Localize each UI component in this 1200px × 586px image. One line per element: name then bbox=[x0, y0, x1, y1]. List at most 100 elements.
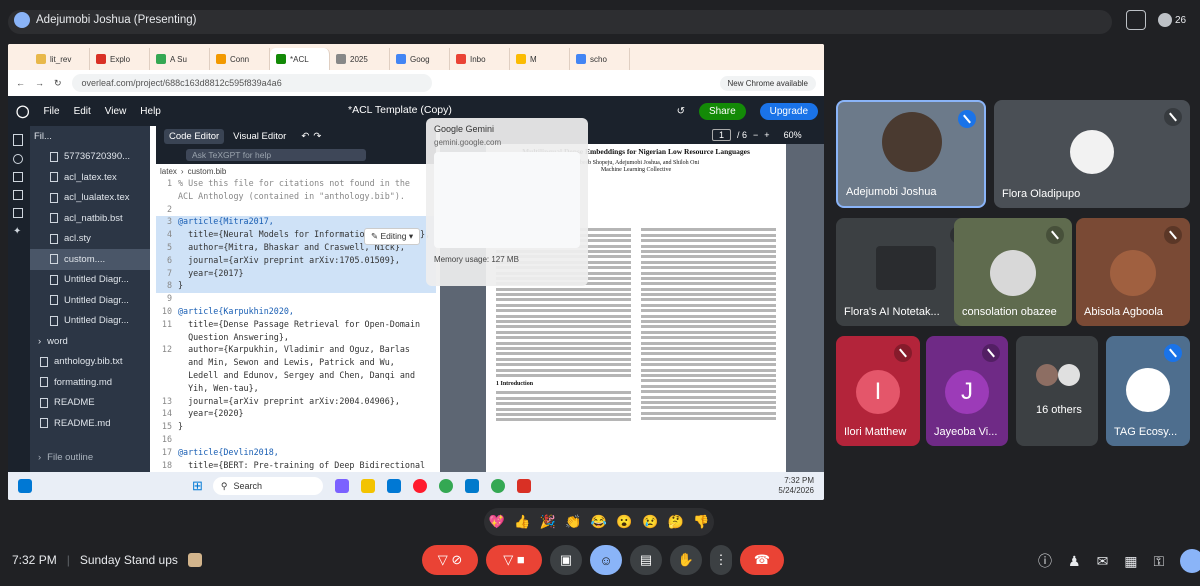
browser-tab[interactable]: Conn bbox=[210, 48, 270, 70]
reaction-clap[interactable]: 👏 bbox=[565, 514, 581, 530]
taskbar-search[interactable]: ⚲ Search bbox=[212, 477, 323, 495]
ask-texgpt-input[interactable]: Ask TeXGPT for help bbox=[186, 149, 366, 161]
redo-icon[interactable]: ↷ bbox=[313, 131, 321, 142]
browser-tab[interactable]: Explo bbox=[90, 48, 150, 70]
file-outline-toggle[interactable]: › File outline bbox=[30, 448, 150, 469]
browser-tab[interactable]: Goog bbox=[390, 48, 450, 70]
file-item[interactable]: acl_natbib.bst bbox=[30, 208, 150, 229]
menu-edit[interactable]: Edit bbox=[74, 106, 91, 117]
integrations-icon[interactable] bbox=[13, 172, 23, 182]
file-item-selected[interactable]: custom.... bbox=[30, 249, 150, 270]
menu-help[interactable]: Help bbox=[140, 106, 161, 117]
reaction-sad[interactable]: 😢 bbox=[642, 514, 658, 530]
menu-view[interactable]: View bbox=[105, 106, 127, 117]
review-icon[interactable] bbox=[13, 190, 23, 200]
code-line[interactable]: 13 journal={arXiv preprint arXiv:2004.04… bbox=[156, 396, 436, 409]
code-line[interactable]: 11 title={Dense Passage Retrieval for Op… bbox=[156, 319, 436, 332]
code-line[interactable]: 18 title={BERT: Pre-training of Deep Bid… bbox=[156, 460, 436, 473]
chrome-icon[interactable] bbox=[490, 479, 505, 493]
file-item[interactable]: README bbox=[30, 393, 150, 414]
code-line[interactable]: 8} bbox=[156, 280, 436, 294]
vscode-icon[interactable] bbox=[464, 479, 479, 493]
chrome-icon[interactable] bbox=[438, 479, 453, 493]
page-number-field[interactable]: 1 bbox=[712, 129, 732, 141]
sparkle-icon[interactable]: ✦ bbox=[13, 226, 23, 237]
activities-icon[interactable]: ▦ bbox=[1124, 553, 1137, 570]
mic-toggle-button[interactable]: ▽ ⊘ bbox=[422, 545, 478, 575]
upgrade-button[interactable]: Upgrade bbox=[759, 102, 818, 120]
participant-tile[interactable]: Abisola Agboola bbox=[1076, 218, 1190, 326]
menu-file[interactable]: File bbox=[43, 106, 59, 117]
people-icon[interactable]: 26 bbox=[1158, 13, 1186, 27]
code-line[interactable]: 10 @article{Karpukhin2020, bbox=[156, 306, 436, 319]
reaction-heart[interactable]: 💖 bbox=[489, 514, 505, 530]
participant-tile[interactable]: I Ilori Matthew bbox=[836, 336, 920, 446]
file-tree-icon[interactable] bbox=[13, 134, 23, 146]
taskbar-clock[interactable]: 7:32 PM 5/24/2026 bbox=[778, 476, 814, 496]
file-item[interactable]: 57736720390... bbox=[30, 147, 150, 168]
code-line[interactable]: 1 % Use this file for citations not found… bbox=[156, 178, 436, 191]
present-button[interactable]: ▣ bbox=[550, 545, 582, 575]
browser-tab[interactable]: M bbox=[510, 48, 570, 70]
tab-code-editor[interactable]: Code Editor bbox=[164, 128, 225, 144]
emoji-button[interactable]: ☺ bbox=[590, 545, 622, 575]
participant-tile[interactable]: TAG Ecosy... bbox=[1106, 336, 1190, 446]
lock-icon[interactable]: ⚿ bbox=[1154, 553, 1165, 570]
browser-tab[interactable]: Inbo bbox=[450, 48, 510, 70]
code-lines[interactable]: 1 % Use this file for citations not found… bbox=[156, 178, 436, 482]
reaction-thumbs-up[interactable]: 👍 bbox=[514, 514, 530, 530]
leave-call-button[interactable]: ☎ bbox=[740, 545, 784, 575]
url-field[interactable]: overleaf.com/project/688c163d8812c595f83… bbox=[71, 74, 432, 92]
code-line[interactable]: Ledell and Edunov, Sergey and Chen, Danq… bbox=[156, 370, 436, 383]
browser-tab-active[interactable]: *ACL bbox=[270, 48, 330, 70]
participant-tile[interactable]: Flora Oladipupo bbox=[994, 100, 1190, 208]
share-button[interactable]: Share bbox=[698, 102, 746, 120]
code-line[interactable]: 12 author={Karpukhin, Vladimir and Oguz,… bbox=[156, 344, 436, 357]
new-chrome-button[interactable]: New Chrome available bbox=[719, 75, 816, 91]
reaction-laugh[interactable]: 😂 bbox=[591, 514, 607, 530]
participant-tile[interactable]: J Jayeoba Vi... bbox=[926, 336, 1008, 446]
zoom-out-icon[interactable]: − bbox=[753, 130, 758, 140]
code-line[interactable]: 15} bbox=[156, 421, 436, 434]
code-line[interactable]: 14 year={2020} bbox=[156, 408, 436, 421]
browser-tab[interactable]: A Su bbox=[150, 48, 210, 70]
layout-icon[interactable] bbox=[1126, 10, 1146, 30]
search-icon[interactable] bbox=[13, 154, 23, 164]
code-line[interactable]: and Min, Sewon and Lewis, Patrick and Wu… bbox=[156, 357, 436, 370]
widgets-icon[interactable] bbox=[18, 479, 32, 493]
zoom-in-icon[interactable]: + bbox=[764, 130, 769, 140]
file-item[interactable]: acl.sty bbox=[30, 229, 150, 250]
code-line[interactable]: 2 bbox=[156, 204, 436, 217]
file-item[interactable]: Untitled Diagr... bbox=[30, 311, 150, 332]
chat-icon[interactable] bbox=[13, 208, 23, 218]
file-item[interactable]: anthology.bib.txt bbox=[30, 352, 150, 373]
file-explorer-icon[interactable] bbox=[360, 479, 375, 493]
code-line[interactable]: 9 bbox=[156, 293, 436, 306]
back-arrow-icon[interactable]: ← bbox=[16, 78, 25, 88]
reaction-thinking[interactable]: 🤔 bbox=[668, 514, 684, 530]
others-tile[interactable]: 16 others bbox=[1016, 336, 1098, 446]
raise-hand-button[interactable]: ✋ bbox=[670, 545, 702, 575]
overleaf-logo-icon[interactable]: ◯ bbox=[16, 104, 29, 118]
file-item[interactable]: acl_latex.tex bbox=[30, 167, 150, 188]
reload-icon[interactable]: ↻ bbox=[54, 78, 62, 89]
captions-button[interactable]: ▤ bbox=[630, 545, 662, 575]
reaction-thumbs-down[interactable]: 👎 bbox=[693, 514, 709, 530]
participant-tile-presenter[interactable]: Adejumobi Joshua bbox=[836, 100, 986, 208]
file-item[interactable]: acl_lualatex.tex bbox=[30, 188, 150, 209]
file-item[interactable]: Untitled Diagr... bbox=[30, 290, 150, 311]
reaction-surprised[interactable]: 😮 bbox=[616, 514, 632, 530]
code-line[interactable]: 16 bbox=[156, 434, 436, 447]
gemini-notes-icon[interactable] bbox=[1180, 549, 1200, 573]
zoom-level[interactable]: 60% bbox=[784, 130, 802, 140]
camera-toggle-button[interactable]: ▽ ■ bbox=[486, 545, 542, 575]
code-line[interactable]: Question Answering}, bbox=[156, 332, 436, 345]
participant-tile[interactable]: consolation obazee bbox=[954, 218, 1072, 326]
browser-tab[interactable]: scho bbox=[570, 48, 630, 70]
more-options-button[interactable]: ⋮ bbox=[710, 545, 732, 575]
editing-mode-dropdown[interactable]: ✎ Editing ▾ bbox=[364, 228, 421, 245]
code-line[interactable]: ACL Anthology (contained in "anthology.b… bbox=[156, 191, 436, 204]
browser-tab[interactable]: 2025 bbox=[330, 48, 390, 70]
file-item[interactable]: README.md bbox=[30, 413, 150, 434]
code-line[interactable]: 17 @article{Devlin2018, bbox=[156, 447, 436, 460]
